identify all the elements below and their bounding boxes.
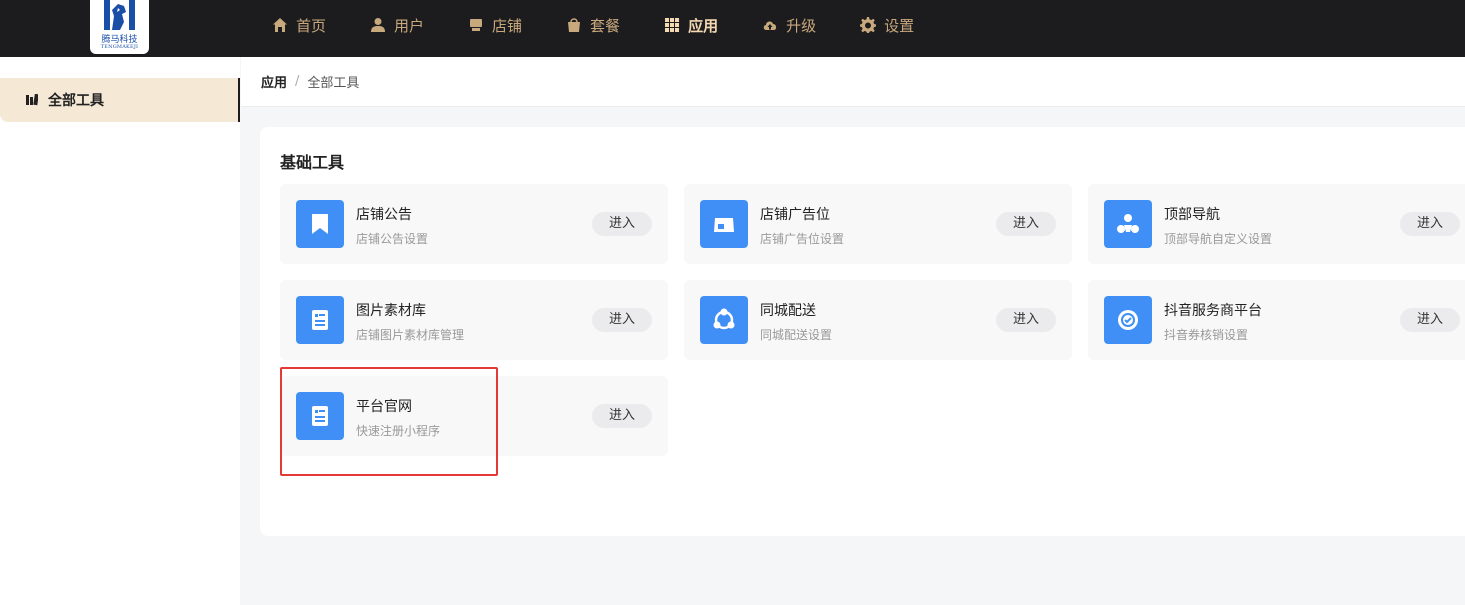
- nav-item-upgrade[interactable]: 升级: [762, 0, 816, 50]
- breadcrumb-apps[interactable]: 应用: [261, 72, 287, 91]
- gear-icon: [860, 17, 877, 33]
- bag-icon: [568, 18, 581, 32]
- enter-button[interactable]: 进入: [592, 308, 652, 332]
- grid-icon: [665, 18, 680, 32]
- nav-item-label: 应用: [688, 16, 719, 35]
- sidebar-item-label: 全部工具: [48, 93, 104, 109]
- enter-button[interactable]: 进入: [592, 404, 652, 428]
- enter-button[interactable]: 进入: [592, 212, 652, 236]
- tool-desc: 店铺图片素材库管理: [356, 328, 465, 342]
- tool-desc: 抖音券核销设置: [1164, 328, 1249, 342]
- enter-button[interactable]: 进入: [996, 308, 1056, 332]
- tool-title: 店铺广告位: [760, 207, 830, 223]
- logo-text-en: TENGMAKEJI: [100, 44, 139, 50]
- sidebar-item-all-tools[interactable]: 全部工具: [0, 78, 240, 122]
- breadcrumb-all-tools: 全部工具: [307, 76, 360, 91]
- tools-panel: 基础工具 店铺公告 店铺公告设置 进入 店铺广告位 店铺广告位设置 进入 顶部导…: [260, 127, 1465, 536]
- nav-item-home[interactable]: 首页: [272, 0, 326, 50]
- website-icon: [296, 392, 344, 440]
- tool-title: 平台官网: [356, 399, 412, 415]
- tool-card-top-nav: 顶部导航 顶部导航自定义设置 进入: [1088, 184, 1465, 264]
- tool-card-platform-website: 平台官网 快速注册小程序 进入: [280, 376, 668, 456]
- home-icon: [273, 18, 287, 32]
- tool-desc: 店铺广告位设置: [760, 232, 845, 246]
- nav-item-apps[interactable]: 应用: [664, 0, 718, 50]
- nav-item-label: 首页: [296, 16, 327, 35]
- tool-title: 店铺公告: [356, 207, 412, 223]
- tool-card-douyin-service: 抖音服务商平台 抖音券核销设置 进入: [1088, 280, 1465, 360]
- sidebar: 全部工具: [0, 57, 240, 605]
- logo[interactable]: 腾马科技 TENGMAKEJI: [90, 0, 149, 54]
- enter-button[interactable]: 进入: [1400, 308, 1460, 332]
- image-library-icon: [296, 296, 344, 344]
- nav-item-label: 套餐: [590, 16, 621, 35]
- nav-item-label: 设置: [884, 16, 915, 35]
- nav-item-user[interactable]: 用户: [370, 0, 424, 50]
- enter-button[interactable]: 进入: [1400, 212, 1460, 236]
- tool-desc: 店铺公告设置: [356, 232, 429, 246]
- nav-item-label: 升级: [786, 16, 817, 35]
- delivery-icon: [700, 296, 748, 344]
- tool-title: 同城配送: [760, 303, 816, 319]
- tool-card-local-delivery: 同城配送 同城配送设置 进入: [684, 280, 1072, 360]
- bookmark-icon: [296, 200, 344, 248]
- nav-item-settings[interactable]: 设置: [860, 0, 914, 50]
- tool-title: 顶部导航: [1164, 207, 1220, 223]
- navigation-icon: [1104, 200, 1152, 248]
- billboard-icon: [700, 200, 748, 248]
- tool-card-image-library: 图片素材库 店铺图片素材库管理 进入: [280, 280, 668, 360]
- horse-logo-icon: [104, 0, 135, 30]
- tools-icon: [26, 94, 38, 106]
- breadcrumb: 应用 / 全部工具: [241, 57, 1465, 107]
- douyin-service-icon: [1104, 296, 1152, 344]
- main-nav: 首页 用户 店铺 套餐 应用 升级 设置: [272, 0, 958, 50]
- top-bar: 腾马科技 TENGMAKEJI 首页 用户 店铺 套餐 应用 升级 设置: [0, 0, 1465, 57]
- tool-desc: 快速注册小程序: [356, 424, 441, 438]
- nav-item-store[interactable]: 店铺: [468, 0, 522, 50]
- breadcrumb-separator: /: [295, 74, 300, 89]
- nav-item-label: 用户: [394, 16, 425, 35]
- tool-card-store-ad: 店铺广告位 店铺广告位设置 进入: [684, 184, 1072, 264]
- user-icon: [371, 18, 386, 32]
- store-icon: [470, 19, 483, 31]
- tool-card-store-notice: 店铺公告 店铺公告设置 进入: [280, 184, 668, 264]
- tool-desc: 同城配送设置: [760, 328, 833, 342]
- enter-button[interactable]: 进入: [996, 212, 1056, 236]
- cloud-upload-icon: [763, 21, 777, 30]
- nav-item-label: 店铺: [492, 16, 523, 35]
- nav-item-package[interactable]: 套餐: [566, 0, 620, 50]
- tool-title: 抖音服务商平台: [1164, 303, 1262, 319]
- tool-desc: 顶部导航自定义设置: [1164, 232, 1273, 246]
- section-title: 基础工具: [280, 153, 345, 172]
- tool-title: 图片素材库: [356, 303, 426, 319]
